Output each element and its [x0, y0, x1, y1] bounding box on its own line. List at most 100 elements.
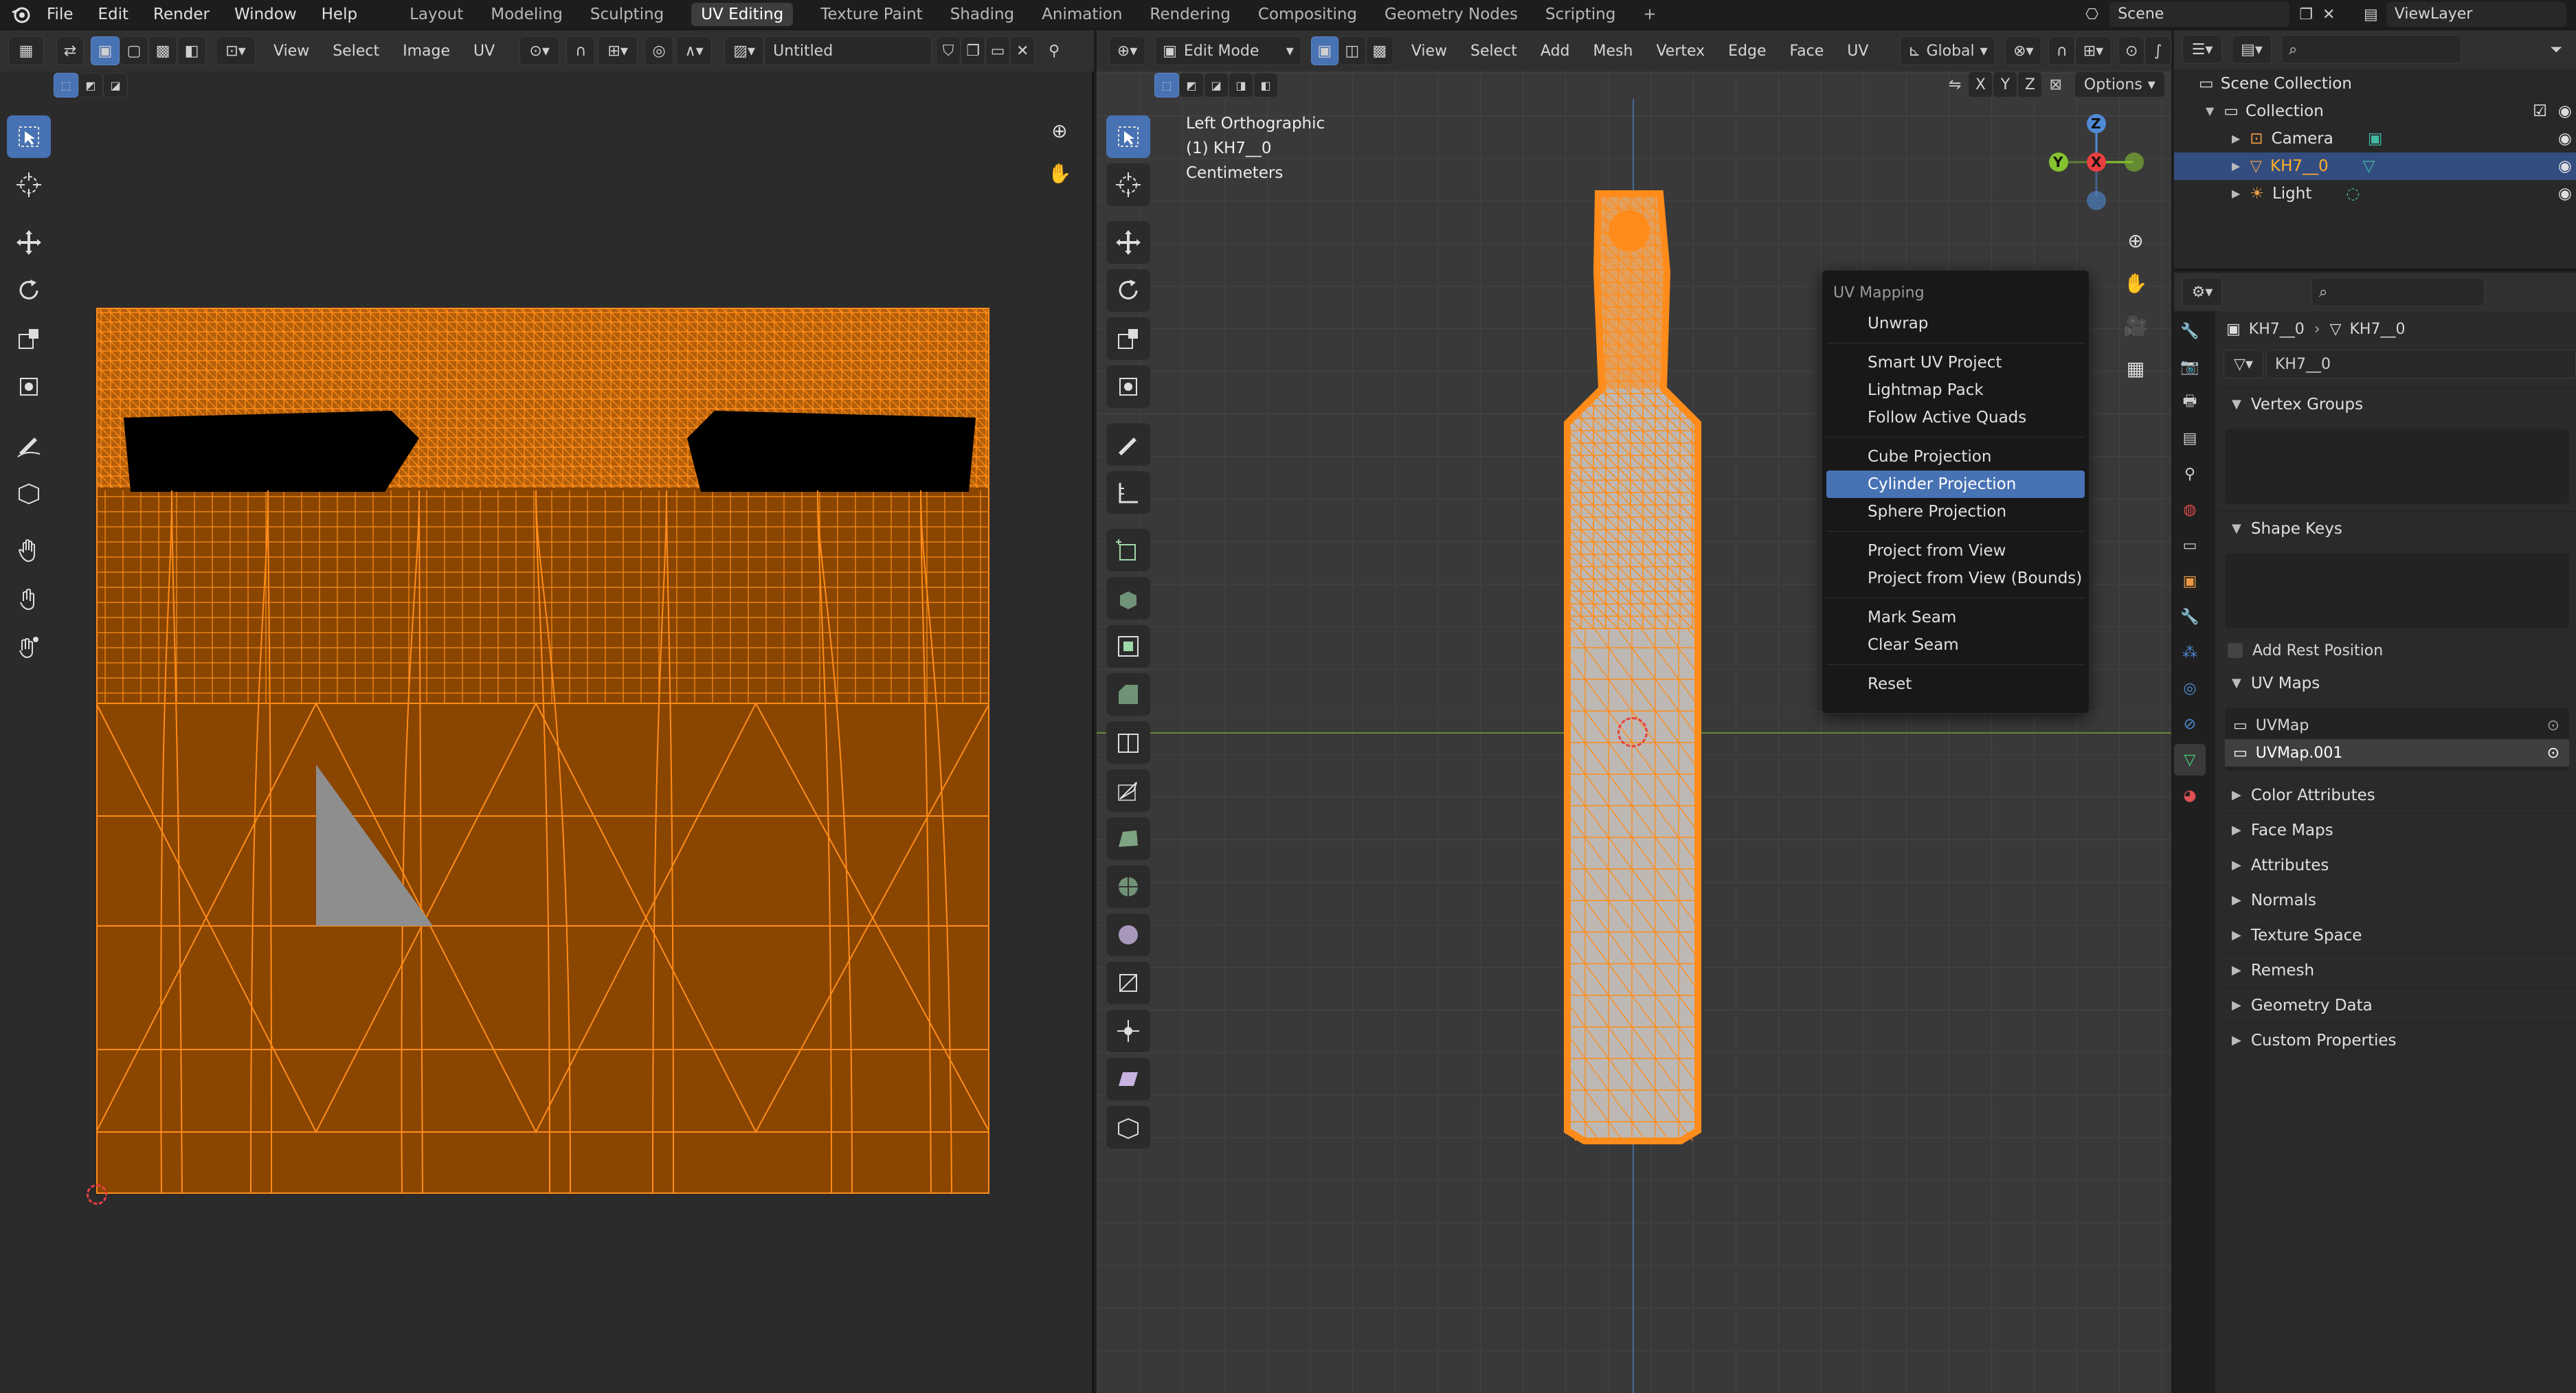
outliner-search-field[interactable]: ⌕: [2281, 35, 2461, 64]
edge-select-button[interactable]: ◫: [1338, 36, 1366, 65]
shape-keys-list[interactable]: [2225, 553, 2569, 628]
uv-tool-select[interactable]: [7, 115, 51, 158]
zoom-icon[interactable]: ⊕: [1046, 120, 1073, 147]
uv-tool-grab[interactable]: [7, 529, 51, 571]
edge-select-mode[interactable]: ▢: [120, 36, 148, 65]
menu-item-reset[interactable]: Reset: [1826, 670, 2085, 698]
eye-icon[interactable]: ◉: [2558, 125, 2572, 152]
expand-arrow-icon[interactable]: ▶: [2232, 152, 2240, 180]
select-new-mode[interactable]: ⬚: [54, 73, 78, 98]
tab-sculpting[interactable]: Sculpting: [590, 5, 664, 23]
pin-icon[interactable]: ⚲: [1049, 43, 1060, 60]
menu-item-clear-seam[interactable]: Clear Seam: [1826, 631, 2085, 659]
new-scene-icon[interactable]: ❐: [2299, 6, 2313, 23]
uv-island-map[interactable]: [95, 306, 1024, 1195]
attributes-panel-header[interactable]: ▶ Attributes: [2218, 848, 2576, 883]
collection-row[interactable]: ▼ ▭ Collection ☑ ◉: [2174, 98, 2576, 125]
mesh-object-kh7[interactable]: [1550, 190, 1715, 1151]
menu-render[interactable]: Render: [153, 5, 210, 23]
menu-item-cube-projection[interactable]: Cube Projection: [1826, 443, 2085, 471]
tab-uv-editing[interactable]: UV Editing: [691, 3, 794, 26]
vp-tool-rip[interactable]: [1106, 1106, 1150, 1148]
modifier-tab-icon[interactable]: 🔧: [2174, 601, 2206, 633]
image-browse-button[interactable]: ▨▾: [724, 36, 765, 65]
vp-tool-loop-cut[interactable]: [1106, 721, 1150, 764]
outliner-item-light[interactable]: ▶ ☀ Light ◌ ◉: [2174, 180, 2576, 207]
mirror-y-toggle[interactable]: Y: [1993, 71, 2018, 98]
color-attributes-panel-header[interactable]: ▶ Color Attributes: [2218, 778, 2576, 813]
tool-tab-icon[interactable]: 🔧: [2174, 315, 2206, 347]
snap-button[interactable]: ∩: [2048, 36, 2075, 65]
eye-icon[interactable]: ◉: [2558, 152, 2572, 180]
constraints-tab-icon[interactable]: ⊘: [2174, 708, 2206, 740]
view-layer-selector[interactable]: ▤ ViewLayer: [2364, 1, 2566, 27]
open-image-button[interactable]: ▭: [985, 36, 1011, 65]
outliner-editor-type[interactable]: ☰▾: [2182, 35, 2222, 64]
remove-scene-icon[interactable]: ✕: [2322, 6, 2335, 23]
snap-toggle[interactable]: ∩: [566, 36, 596, 65]
uv-map-item[interactable]: ▭ UVMap ⊙: [2225, 712, 2569, 739]
vp-tool-bevel[interactable]: [1106, 673, 1150, 716]
proportional-editing-button[interactable]: ⊙: [2118, 36, 2145, 65]
camera-icon[interactable]: 🎥: [2120, 315, 2151, 345]
topology-mirror-icon[interactable]: ⊠: [2049, 76, 2061, 93]
uv-tool-annotate[interactable]: [7, 423, 51, 466]
vp-menu-face[interactable]: Face: [1790, 43, 1824, 60]
output-tab-icon[interactable]: 🖶: [2174, 387, 2206, 418]
properties-editor-type[interactable]: ⚙▾: [2182, 278, 2222, 306]
scene-selector[interactable]: ⎔ Scene ❐ ✕: [2085, 1, 2335, 27]
vp-menu-mesh[interactable]: Mesh: [1593, 43, 1633, 60]
menu-item-mark-seam[interactable]: Mark Seam: [1826, 604, 2085, 631]
menu-item-follow-active-quads[interactable]: Follow Active Quads: [1826, 404, 2085, 431]
uv-menu-select[interactable]: Select: [333, 43, 379, 60]
vp-tool-inset[interactable]: [1106, 625, 1150, 668]
editor-type-button[interactable]: ▦: [8, 36, 44, 65]
viewport-editor-type[interactable]: ⊕▾: [1109, 36, 1146, 65]
vp-tool-rotate[interactable]: [1106, 269, 1150, 312]
menu-item-sphere-projection[interactable]: Sphere Projection: [1826, 498, 2085, 525]
tab-shading[interactable]: Shading: [950, 5, 1014, 23]
pan-hand-icon[interactable]: ✋: [2120, 272, 2151, 302]
vp-tool-spin[interactable]: [1106, 865, 1150, 908]
tab-texture-paint[interactable]: Texture Paint: [820, 5, 922, 23]
tab-rendering[interactable]: Rendering: [1150, 5, 1230, 23]
tab-layout[interactable]: Layout: [410, 5, 463, 23]
vp-tool-scale[interactable]: [1106, 317, 1150, 360]
uv-maps-panel-header[interactable]: ▼ UV Maps: [2218, 666, 2576, 701]
geometry-data-panel-header[interactable]: ▶ Geometry Data: [2218, 988, 2576, 1023]
uv-tool-pinch[interactable]: [7, 625, 51, 668]
mirror-x-toggle[interactable]: X: [1968, 71, 1993, 98]
vp-menu-vertex[interactable]: Vertex: [1656, 43, 1705, 60]
unlink-image-button[interactable]: ✕: [1010, 36, 1035, 65]
tab-compositing[interactable]: Compositing: [1258, 5, 1357, 23]
sticky-select-dropdown[interactable]: ⊡▾: [216, 36, 256, 65]
expand-arrow-icon[interactable]: ▼: [2206, 98, 2214, 125]
face-maps-panel-header[interactable]: ▶ Face Maps: [2218, 813, 2576, 848]
navigation-gizmo[interactable]: Z Y X: [2045, 113, 2148, 216]
menu-edit[interactable]: Edit: [98, 5, 129, 23]
3d-cursor[interactable]: [1617, 717, 1648, 747]
mesh-browse-button[interactable]: ▽▾: [2224, 350, 2263, 378]
menu-item-project-from-view-bounds[interactable]: Project from View (Bounds): [1826, 565, 2085, 592]
vp-select-invert[interactable]: ◨: [1229, 73, 1253, 98]
uv-menu-uv[interactable]: UV: [473, 43, 495, 60]
vp-tool-cursor[interactable]: [1106, 163, 1150, 206]
vertex-select-button[interactable]: ▣: [1310, 36, 1339, 65]
add-rest-position-checkbox[interactable]: [2228, 643, 2243, 658]
snap-element-dropdown[interactable]: ⊞▾: [2074, 36, 2112, 65]
pivot-dropdown[interactable]: ⊙▾: [519, 36, 560, 65]
menu-file[interactable]: File: [47, 5, 74, 23]
render-camera-icon[interactable]: ⊙: [2547, 745, 2560, 762]
filter-icon[interactable]: ⏷: [2550, 41, 2562, 58]
expand-arrow-icon[interactable]: ▶: [2232, 125, 2240, 152]
tab-modeling[interactable]: Modeling: [491, 5, 563, 23]
eye-icon[interactable]: ◉: [2558, 98, 2572, 125]
display-mode-dropdown[interactable]: ▤▾: [2232, 35, 2272, 64]
object-tab-icon[interactable]: ▣: [2174, 565, 2206, 597]
vp-tool-edge-slide[interactable]: [1106, 962, 1150, 1004]
grid-view-icon[interactable]: ▦: [2120, 357, 2151, 387]
new-image-button[interactable]: ❐: [961, 36, 986, 65]
uv-tool-relax[interactable]: [7, 577, 51, 620]
menu-help[interactable]: Help: [322, 5, 357, 23]
zoom-icon[interactable]: ⊕: [2120, 229, 2151, 260]
